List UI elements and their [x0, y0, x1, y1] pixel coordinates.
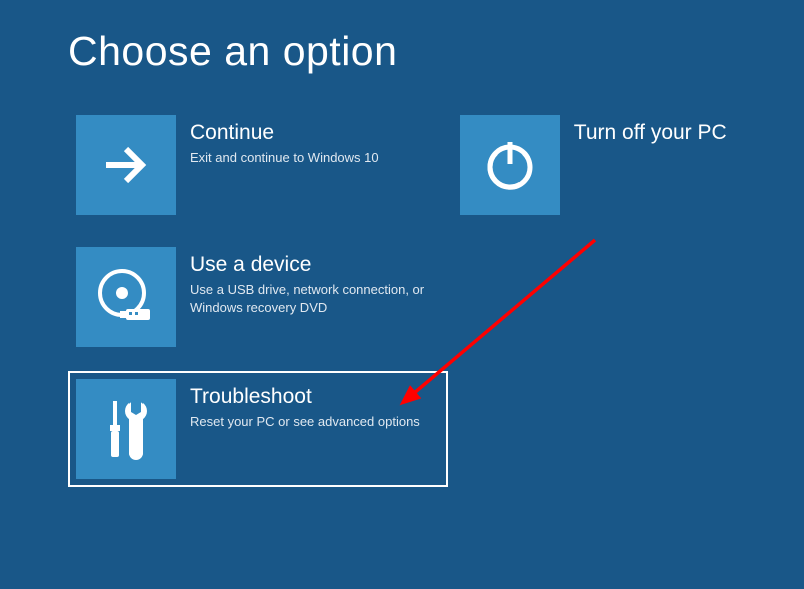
troubleshoot-tile[interactable]: Troubleshoot Reset your PC or see advanc… — [68, 371, 448, 487]
use-device-title: Use a device — [190, 253, 440, 277]
troubleshoot-title: Troubleshoot — [190, 385, 440, 409]
use-device-tile[interactable]: Use a device Use a USB drive, network co… — [68, 239, 448, 355]
continue-desc: Exit and continue to Windows 10 — [190, 149, 420, 167]
turn-off-tile[interactable]: Turn off your PC — [452, 107, 736, 223]
page-title: Choose an option — [68, 28, 736, 75]
troubleshoot-desc: Reset your PC or see advanced options — [190, 413, 440, 431]
arrow-right-icon — [76, 115, 176, 215]
continue-title: Continue — [190, 121, 420, 145]
disc-usb-icon — [76, 247, 176, 347]
continue-tile[interactable]: Continue Exit and continue to Windows 10 — [68, 107, 428, 223]
power-icon — [460, 115, 560, 215]
turn-off-title: Turn off your PC — [574, 121, 728, 145]
tools-icon — [76, 379, 176, 479]
use-device-desc: Use a USB drive, network connection, or … — [190, 281, 440, 316]
